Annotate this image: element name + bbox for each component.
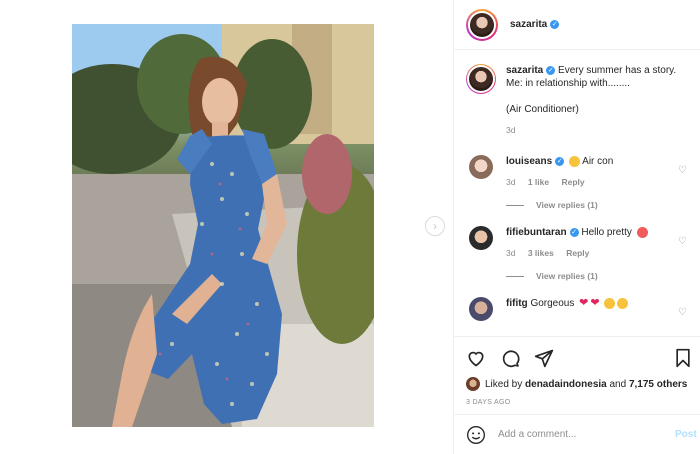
comment-item: fifiebuntaran ✓ Hello pretty 3d 3 likes R…	[466, 226, 689, 260]
likes-summary: Liked by denadaindonesia and 7,175 other…	[466, 377, 689, 391]
red-heart-emoji-icon: ❤	[579, 297, 589, 309]
caption-username[interactable]: sazarita	[506, 65, 543, 76]
comment-text: Air con	[582, 156, 614, 167]
caption-text-line3: (Air Conditioner)	[506, 104, 579, 115]
commenter-avatar[interactable]	[469, 155, 493, 179]
commenter-avatar[interactable]	[469, 226, 493, 250]
view-replies-button[interactable]: View replies (1)	[506, 200, 689, 210]
comment-username[interactable]: louiseans	[506, 156, 552, 167]
post-timestamp[interactable]: 3 DAYS AGO	[466, 399, 689, 406]
red-heart-emoji-icon: ❤	[590, 297, 600, 309]
smiling-emoji-icon	[604, 298, 616, 309]
avatar	[469, 67, 493, 91]
comment-username[interactable]: fifitg	[506, 298, 528, 309]
caption: sazarita ✓ Every summer has a story. Me: …	[466, 64, 689, 137]
post-sidebar: sazarita ✓ sazarita ✓ Every summer has a …	[453, 0, 700, 454]
next-photo-button[interactable]: ›	[425, 216, 445, 236]
heart-icon[interactable]	[466, 348, 486, 368]
heart-eyes-emoji-icon	[636, 226, 648, 238]
verified-badge-icon: ✓	[569, 227, 579, 237]
comment-icon[interactable]	[500, 348, 520, 368]
laughing-emoji-icon	[568, 155, 580, 167]
view-replies-button[interactable]: View replies (1)	[506, 271, 689, 281]
replies-divider-line	[506, 275, 524, 277]
commenter-avatar[interactable]	[469, 297, 493, 321]
verified-badge-icon: ✓	[546, 65, 556, 75]
photo-illustration	[72, 24, 374, 427]
comment-age: 3d	[506, 177, 516, 187]
comment-username[interactable]: fifiebuntaran	[506, 227, 567, 238]
comment-input[interactable]	[498, 429, 658, 440]
comment-item: fifitg Gorgeous ❤ ❤ ♡	[466, 297, 689, 321]
comment-likes[interactable]: 3 likes	[528, 248, 554, 258]
verified-badge-icon: ✓	[555, 156, 565, 166]
bookmark-icon[interactable]	[673, 348, 693, 368]
add-comment-bar: Post	[454, 414, 700, 454]
paper-plane-icon[interactable]	[534, 348, 554, 368]
comment-likes[interactable]: 1 like	[528, 177, 549, 187]
caption-age: 3d	[506, 125, 516, 135]
likes-count[interactable]: 7,175 others	[629, 379, 687, 390]
chevron-right-icon: ›	[433, 219, 437, 233]
comment-item: louiseans ✓ Air con 3d 1 like Reply ♡	[466, 155, 689, 189]
comment-text: Gorgeous	[530, 298, 575, 310]
liker-avatar[interactable]	[466, 377, 480, 391]
caption-text-line1: Every summer has a story.	[558, 65, 677, 76]
smiling-emoji-icon	[617, 298, 629, 309]
liker-username[interactable]: denadaindonesia	[525, 379, 607, 390]
post-comment-button[interactable]: Post	[675, 429, 700, 440]
avatar	[470, 12, 494, 37]
smiley-icon[interactable]	[466, 425, 486, 445]
caption-avatar-ring[interactable]	[466, 64, 496, 94]
comments-list[interactable]: sazarita ✓ Every summer has a story. Me: …	[454, 50, 700, 336]
view-replies-label: View replies (1)	[536, 200, 598, 210]
author-username[interactable]: sazarita	[510, 19, 547, 30]
reply-button[interactable]: Reply	[566, 248, 589, 258]
caption-text-line2: Me: in relationship with........	[506, 78, 630, 89]
comment-like-heart-icon[interactable]: ♡	[678, 165, 687, 176]
verified-badge-icon: ✓	[550, 20, 560, 29]
post-header: sazarita ✓	[454, 0, 700, 50]
comment-like-heart-icon[interactable]: ♡	[678, 236, 687, 247]
comment-text: Hello pretty	[581, 227, 632, 238]
replies-divider-line	[506, 204, 524, 206]
post-actions: Liked by denadaindonesia and 7,175 other…	[454, 336, 700, 414]
post-photo[interactable]	[72, 24, 374, 427]
author-avatar-ring[interactable]	[466, 8, 498, 41]
reply-button[interactable]: Reply	[562, 177, 585, 187]
comment-like-heart-icon[interactable]: ♡	[678, 307, 687, 318]
view-replies-label: View replies (1)	[536, 271, 598, 281]
likes-prefix: Liked by	[485, 378, 523, 390]
media-pane: ›	[0, 0, 453, 454]
likes-and: and	[609, 378, 627, 390]
comment-age: 3d	[506, 248, 516, 258]
